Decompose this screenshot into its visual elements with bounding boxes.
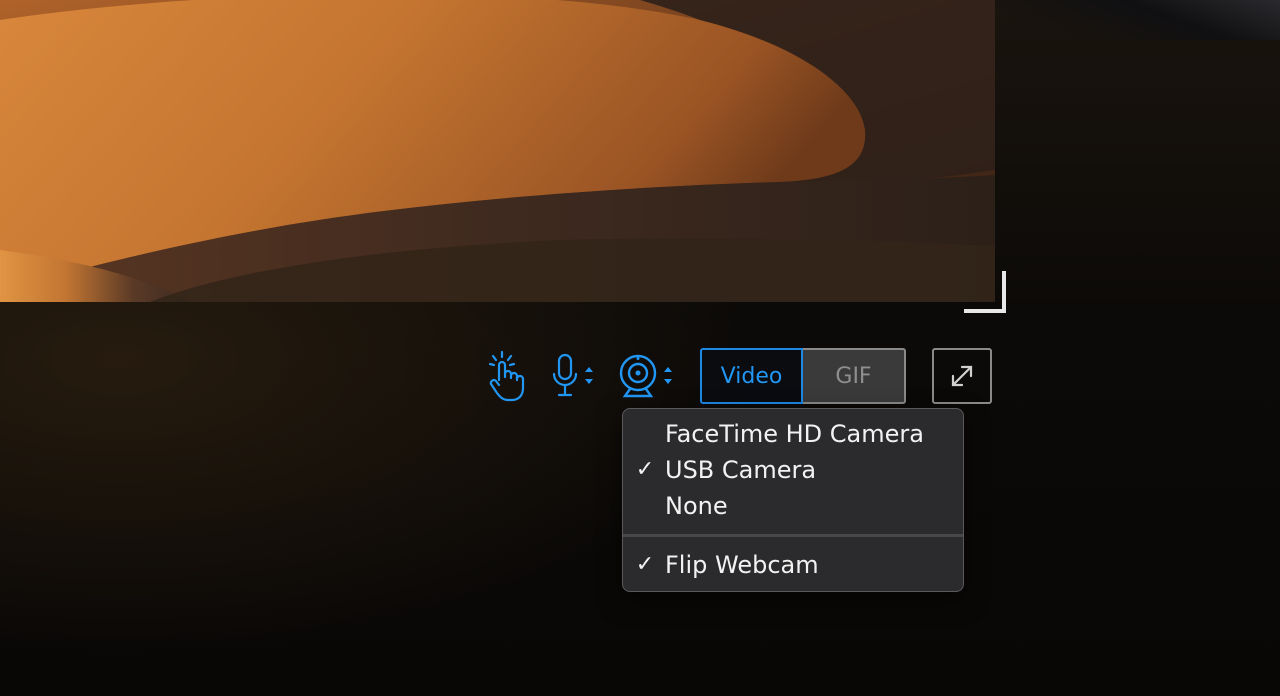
- tap-gesture-icon: [484, 350, 526, 402]
- check-icon: ✓: [635, 552, 655, 577]
- check-icon: ✓: [635, 457, 655, 482]
- show-touches-button[interactable]: [484, 350, 526, 402]
- screen-recorder-overlay: Video GIF FaceTime HD Camera ✓ USB Camer…: [0, 0, 1280, 696]
- video-mode-button[interactable]: Video: [700, 348, 803, 404]
- region-resize-handle[interactable]: [964, 271, 1006, 313]
- capture-region[interactable]: [0, 0, 995, 302]
- fullscreen-button[interactable]: [932, 348, 992, 404]
- menu-item-flip-webcam[interactable]: ✓ Flip Webcam: [623, 547, 963, 583]
- menu-separator: [623, 534, 963, 537]
- webcam-selector[interactable]: [618, 352, 678, 400]
- menu-item-usb-camera[interactable]: ✓ USB Camera: [623, 452, 963, 488]
- menu-item-none[interactable]: None: [623, 488, 963, 524]
- microphone-selector[interactable]: [550, 352, 598, 400]
- menu-item-label: None: [665, 492, 728, 520]
- webcam-menu: FaceTime HD Camera ✓ USB Camera None ✓ F…: [622, 408, 964, 592]
- dimmed-desktop-area: [995, 0, 1280, 40]
- webcam-icon: [619, 354, 672, 398]
- output-format-toggle: Video GIF: [700, 348, 906, 404]
- menu-item-label: FaceTime HD Camera: [665, 420, 924, 448]
- expand-arrows-icon: [951, 365, 973, 387]
- menu-item-facetime-hd-camera[interactable]: FaceTime HD Camera: [623, 416, 963, 452]
- desert-wallpaper: [0, 0, 995, 302]
- menu-item-label: Flip Webcam: [665, 551, 819, 579]
- menu-item-label: USB Camera: [665, 456, 817, 484]
- microphone-icon: [552, 353, 593, 397]
- gif-mode-button[interactable]: GIF: [803, 348, 906, 404]
